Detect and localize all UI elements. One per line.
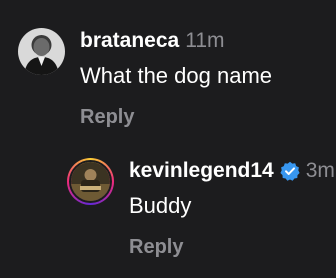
reply-button[interactable]: Reply xyxy=(129,236,335,259)
story-ring xyxy=(69,160,112,203)
comment-body: kevinlegend14 3m Buddy Reply xyxy=(129,158,335,259)
comment-meta: brataneca 11m xyxy=(80,28,272,54)
comment-text: What the dog name xyxy=(80,63,273,88)
comment: brataneca 11m What the dog name Reply xyxy=(18,28,272,129)
story-ring-avatar-icon xyxy=(71,162,110,201)
comment-meta: kevinlegend14 3m xyxy=(129,158,335,184)
verified-badge-icon xyxy=(280,161,300,181)
avatar[interactable] xyxy=(18,28,65,75)
timestamp: 11m xyxy=(185,29,225,52)
timestamp: 3m xyxy=(305,159,335,182)
comment-body: brataneca 11m What the dog name Reply xyxy=(80,28,272,129)
avatar[interactable] xyxy=(67,158,114,205)
username[interactable]: brataneca xyxy=(80,28,179,54)
comment-thread: brataneca 11m What the dog name Reply ke… xyxy=(0,0,336,278)
person-avatar-icon xyxy=(18,28,65,75)
comment-reply: kevinlegend14 3m Buddy Reply xyxy=(67,158,335,259)
username[interactable]: kevinlegend14 xyxy=(129,158,274,184)
reply-button[interactable]: Reply xyxy=(80,106,272,129)
comment-text: Buddy xyxy=(129,193,192,218)
